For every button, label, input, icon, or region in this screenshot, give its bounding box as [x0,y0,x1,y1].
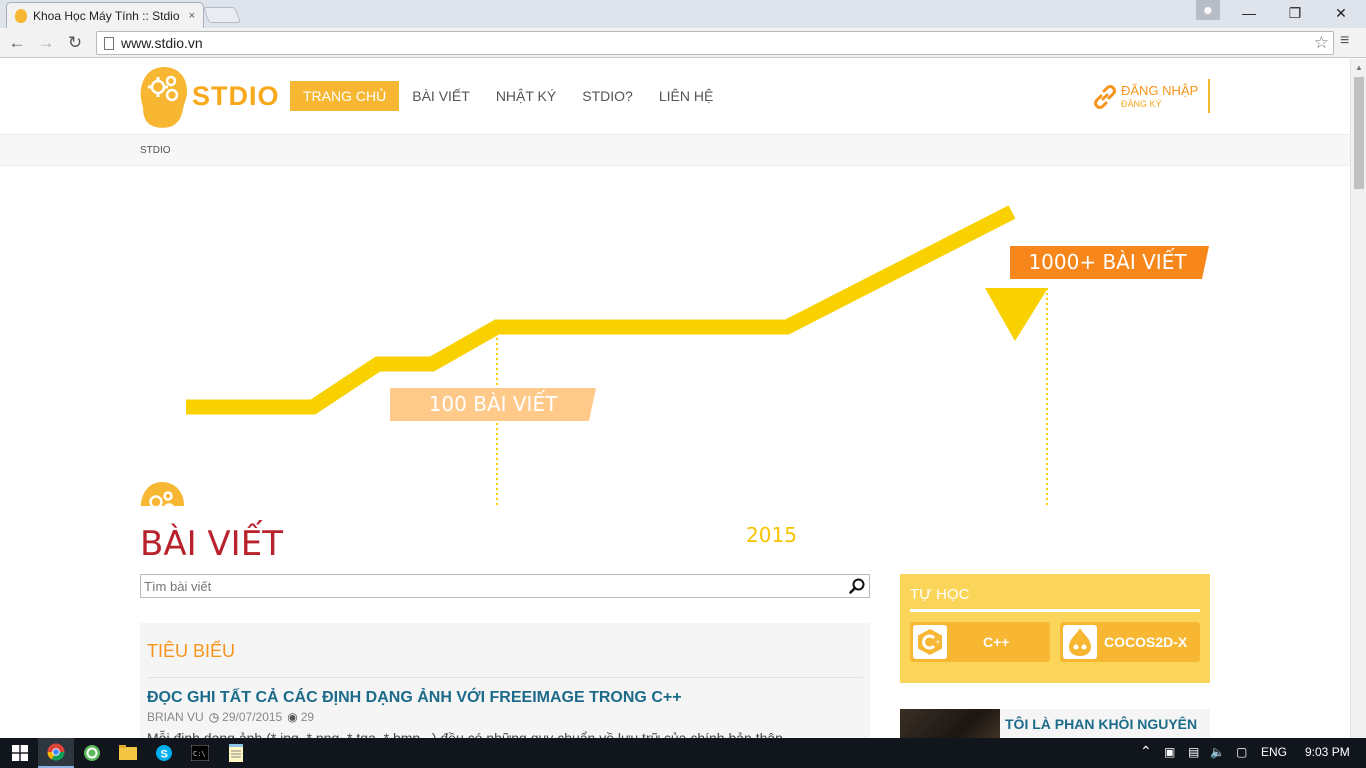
stdio-favicon-icon [15,8,27,23]
tab-close-icon[interactable]: × [189,10,195,22]
course-cocos-label: COCOS2D-X [1104,634,1188,650]
clock[interactable]: 9:03 PM [1305,745,1350,759]
back-arrow-icon[interactable]: ← [6,32,28,54]
minimize-button[interactable]: — [1226,0,1272,26]
tray-chevron-up-icon[interactable]: ⌃ [1140,743,1152,760]
network-icon[interactable]: ▤ [1188,745,1199,759]
author-name[interactable]: TÔI LÀ PHAN KHÔI NGUYÊN [1005,716,1197,732]
eye-icon: ◉ [287,710,298,724]
scroll-up-icon[interactable]: ▲ [1355,63,1363,72]
clock-icon: ◷ [208,710,220,724]
link-icon [1094,85,1116,109]
file-explorer-icon[interactable] [110,738,146,768]
svg-text:S: S [161,749,168,761]
close-window-button[interactable]: ✕ [1318,0,1364,26]
course-cocos-button[interactable]: COCOS2D-X [1060,622,1200,662]
cpp-icon: + [913,625,947,659]
maximize-button[interactable]: ❐ [1272,0,1318,26]
nav-stdio[interactable]: STDIO? [569,81,646,111]
post-views: 29 [300,710,315,724]
breadcrumb-item[interactable]: STDIO [140,145,171,156]
nav-bai-viet[interactable]: BÀI VIẾT [399,81,483,111]
user-profile-icon[interactable]: ☻ [1196,0,1220,20]
command-prompt-icon[interactable]: C:\ [182,738,218,768]
stdio-logo-icon[interactable] [140,65,188,129]
url-text: www.stdio.vn [121,35,203,51]
forward-arrow-icon[interactable]: → [35,32,57,54]
volume-icon[interactable]: 🔈 [1210,745,1225,759]
chrome-menu-icon[interactable]: ≡ [1340,32,1349,50]
post-excerpt: Mỗi định dạng ảnh (*.jpg, *.png, *.tga, … [147,730,783,738]
logo-text[interactable]: STDIO [192,81,280,112]
browser-tabstrip: Khoa Học Máy Tính :: Stdio × ☻ — ❐ ✕ [0,0,1366,28]
cocos-icon [1063,625,1097,659]
svg-text:C:\: C:\ [193,750,206,758]
browser-tab[interactable]: Khoa Học Máy Tính :: Stdio × [6,2,204,28]
search-icon[interactable] [849,578,865,594]
svg-text:+: + [935,638,941,646]
register-link[interactable]: ĐĂNG KÝ [1121,99,1162,109]
login-area: ĐĂNG NHẬP ĐĂNG KÝ [1092,79,1210,113]
main-nav: TRANG CHỦ BÀI VIẾT NHẬT KÝ STDIO? LIÊN H… [290,81,726,111]
nav-trang-chu[interactable]: TRANG CHỦ [290,81,400,111]
new-tab-button[interactable] [203,7,241,23]
self-learning-title: TỰ HỌC [910,586,970,603]
windows-taskbar: S C:\ ⌃ ▣ ▤ 🔈 ▢ ENG 9:03 PM [0,738,1366,768]
divider [147,677,863,678]
small-head-icon [140,482,184,506]
milestone-100: 100 BÀI VIẾT [428,392,558,416]
featured-post-title[interactable]: ĐỌC GHI TẤT CẢ CÁC ĐỊNH DẠNG ẢNH VỚI FRE… [147,689,682,707]
course-cpp-label: C++ [983,634,1010,650]
post-meta: BRIAN VU ◷ 29/07/2015 ◉ 29 [147,710,314,724]
year-label: 2015 [746,523,797,547]
browser-toolbar: ← → ↻ www.stdio.vn ☆ ≡ [0,28,1366,58]
language-indicator[interactable]: ENG [1261,745,1287,759]
page-icon [104,37,114,50]
divider [910,609,1200,612]
search-box [140,574,870,598]
hero-growth-graphic [140,205,1209,506]
page-viewport: STDIO TRANG CHỦ BÀI VIẾT NHẬT KÝ STDIO? … [0,59,1350,738]
author-profile-card[interactable]: TÔI LÀ PHAN KHÔI NGUYÊN [900,709,1210,738]
scrollbar-thumb[interactable] [1354,77,1364,189]
chrome-taskbar-icon[interactable] [38,738,74,768]
windows-start-icon[interactable] [2,738,38,768]
post-author[interactable]: BRIAN VU [147,710,204,724]
login-link[interactable]: ĐĂNG NHẬP [1121,83,1198,98]
tab-title: Khoa Học Máy Tính :: Stdio [33,8,180,23]
breadcrumb: STDIO [0,135,1350,166]
notepad-icon[interactable] [218,738,254,768]
author-photo [900,709,1000,738]
milestone-1000: 1000+ BÀI VIẾT [1028,250,1187,274]
bookmark-star-icon[interactable]: ☆ [1314,33,1329,53]
action-center-icon[interactable]: ▢ [1236,745,1247,759]
page-scrollbar[interactable]: ▲ [1350,59,1366,738]
site-header: STDIO TRANG CHỦ BÀI VIẾT NHẬT KÝ STDIO? … [0,59,1350,135]
post-date: 29/07/2015 [222,710,283,724]
reload-icon[interactable]: ↻ [64,32,86,54]
section-title: BÀI VIẾT [140,524,283,564]
power-icon[interactable]: ▣ [1164,745,1175,759]
course-cpp-button[interactable]: + C++ [910,622,1050,662]
featured-heading: TIÊU BIỂU [147,641,236,661]
nav-nhat-ky[interactable]: NHẬT KÝ [483,81,569,111]
skype-icon[interactable]: S [146,738,182,768]
self-learning-box: TỰ HỌC + C++ COCOS2D-X [900,574,1210,683]
nav-lien-he[interactable]: LIÊN HỆ [646,81,726,111]
address-bar[interactable]: www.stdio.vn ☆ [96,31,1334,55]
search-input[interactable] [141,575,841,597]
featured-posts: TIÊU BIỂU ĐỌC GHI TẤT CẢ CÁC ĐỊNH DẠNG Ả… [140,623,870,738]
app-green-taskbar-icon[interactable] [74,738,110,768]
